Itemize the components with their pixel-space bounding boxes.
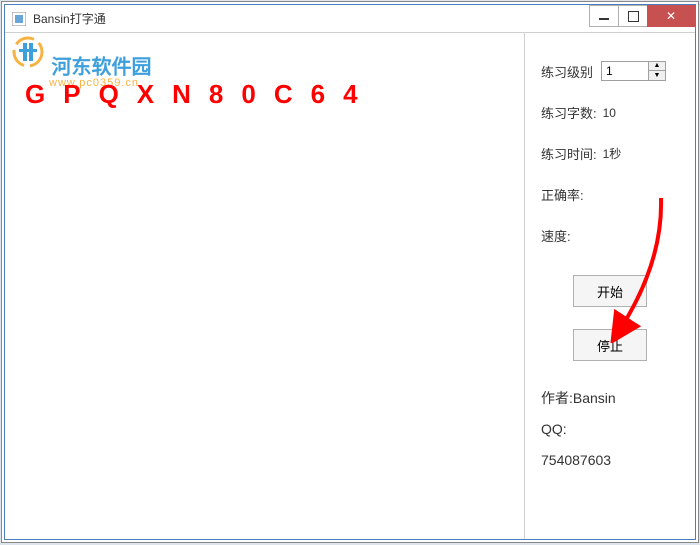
stop-button[interactable]: 停止: [573, 329, 647, 361]
count-value: 10: [603, 106, 616, 120]
level-spinner-up[interactable]: ▲: [649, 62, 665, 71]
level-row: 练习级别 ▲ ▼: [541, 61, 679, 81]
app-icon: [11, 11, 27, 27]
maximize-button[interactable]: [618, 5, 648, 27]
titlebar[interactable]: Bansin打字通: [5, 5, 695, 33]
time-label: 练习时间:: [541, 144, 597, 163]
qq-label: QQ:: [541, 414, 679, 445]
time-value: 1秒: [603, 145, 622, 162]
author-label: 作者:: [541, 390, 573, 406]
content-area: 河东软件园 www.pc0359.cn GPQXN80C64 练习级别 ▲ ▼: [5, 33, 695, 539]
app-window: Bansin打字通 河东软件: [4, 4, 696, 540]
accuracy-row: 正确率:: [541, 185, 679, 204]
level-spinner: ▲ ▼: [649, 61, 666, 81]
level-input[interactable]: [601, 61, 649, 81]
count-label: 练习字数:: [541, 103, 597, 122]
start-button[interactable]: 开始: [573, 275, 647, 307]
minimize-button[interactable]: [589, 5, 619, 27]
sidebar: 练习级别 ▲ ▼ 练习字数: 10 练习时间: 1秒: [525, 33, 695, 539]
close-button[interactable]: [647, 5, 695, 27]
speed-label: 速度:: [541, 226, 571, 245]
author-name: Bansin: [573, 390, 616, 406]
window-title: Bansin打字通: [33, 10, 106, 27]
practice-display-text: GPQXN80C64: [25, 79, 376, 110]
watermark-text: 河东软件园: [51, 56, 151, 78]
speed-row: 速度:: [541, 226, 679, 245]
window-controls: [590, 5, 695, 27]
level-label: 练习级别: [541, 62, 593, 81]
count-row: 练习字数: 10: [541, 103, 679, 122]
practice-area: 河东软件园 www.pc0359.cn GPQXN80C64: [5, 33, 525, 539]
time-row: 练习时间: 1秒: [541, 144, 679, 163]
qq-number: 754087603: [541, 445, 679, 476]
level-spinner-down[interactable]: ▼: [649, 71, 665, 80]
accuracy-label: 正确率:: [541, 185, 584, 204]
author-info: 作者:Bansin QQ: 754087603: [541, 383, 679, 475]
